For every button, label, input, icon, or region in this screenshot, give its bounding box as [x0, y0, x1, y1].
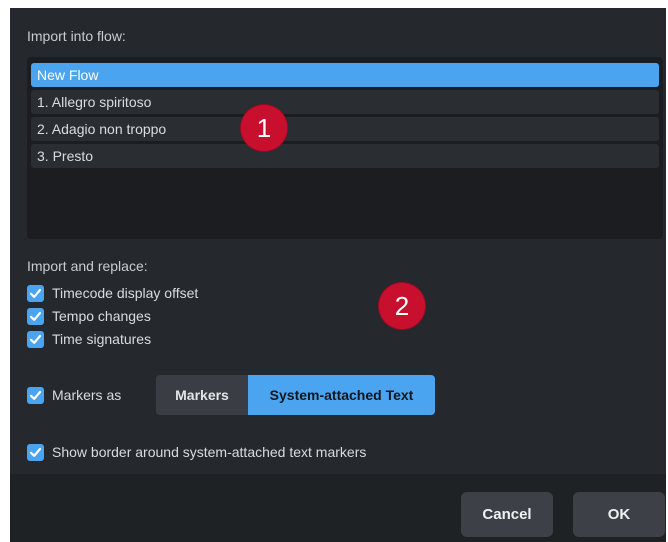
option-tempo-label: Tempo changes: [52, 308, 151, 324]
markers-option-button[interactable]: Markers: [156, 375, 248, 415]
flow-item-presto[interactable]: 3. Presto: [31, 144, 659, 168]
show-border-row[interactable]: Show border around system-attached text …: [27, 442, 366, 462]
checkbox-checked-icon[interactable]: [27, 386, 44, 404]
cancel-button[interactable]: Cancel: [461, 492, 553, 537]
import-into-flow-label: Import into flow:: [27, 28, 126, 44]
flow-item-allegro[interactable]: 1. Allegro spiritoso: [31, 90, 659, 114]
checkbox-checked-icon[interactable]: [27, 443, 44, 461]
option-time-signatures-row[interactable]: Time signatures: [27, 329, 151, 349]
checkbox-checked-icon[interactable]: [27, 307, 44, 325]
show-border-label: Show border around system-attached text …: [52, 444, 367, 460]
ok-button[interactable]: OK: [573, 492, 665, 537]
option-timecode-label: Timecode display offset: [52, 285, 199, 301]
markers-as-row[interactable]: Markers as: [27, 385, 121, 405]
callout-badge-2: 2: [379, 283, 425, 329]
import-dialog: Import into flow: New Flow 1. Allegro sp…: [10, 8, 666, 542]
flow-list: New Flow 1. Allegro spiritoso 2. Adagio …: [27, 57, 663, 239]
checkbox-checked-icon[interactable]: [27, 330, 44, 348]
callout-badge-1: 1: [241, 105, 287, 151]
markers-mode-segmented-control: Markers System-attached Text: [156, 375, 435, 415]
option-timecode-row[interactable]: Timecode display offset: [27, 283, 198, 303]
import-and-replace-label: Import and replace:: [27, 258, 148, 274]
markers-as-label: Markers as: [52, 387, 122, 403]
flow-item-new-flow[interactable]: New Flow: [31, 63, 659, 87]
dialog-footer: [10, 474, 666, 542]
flow-item-adagio[interactable]: 2. Adagio non troppo: [31, 117, 659, 141]
checkbox-checked-icon[interactable]: [27, 284, 44, 302]
option-time-signatures-label: Time signatures: [52, 331, 152, 347]
system-attached-text-option-button[interactable]: System-attached Text: [248, 375, 435, 415]
option-tempo-row[interactable]: Tempo changes: [27, 306, 151, 326]
